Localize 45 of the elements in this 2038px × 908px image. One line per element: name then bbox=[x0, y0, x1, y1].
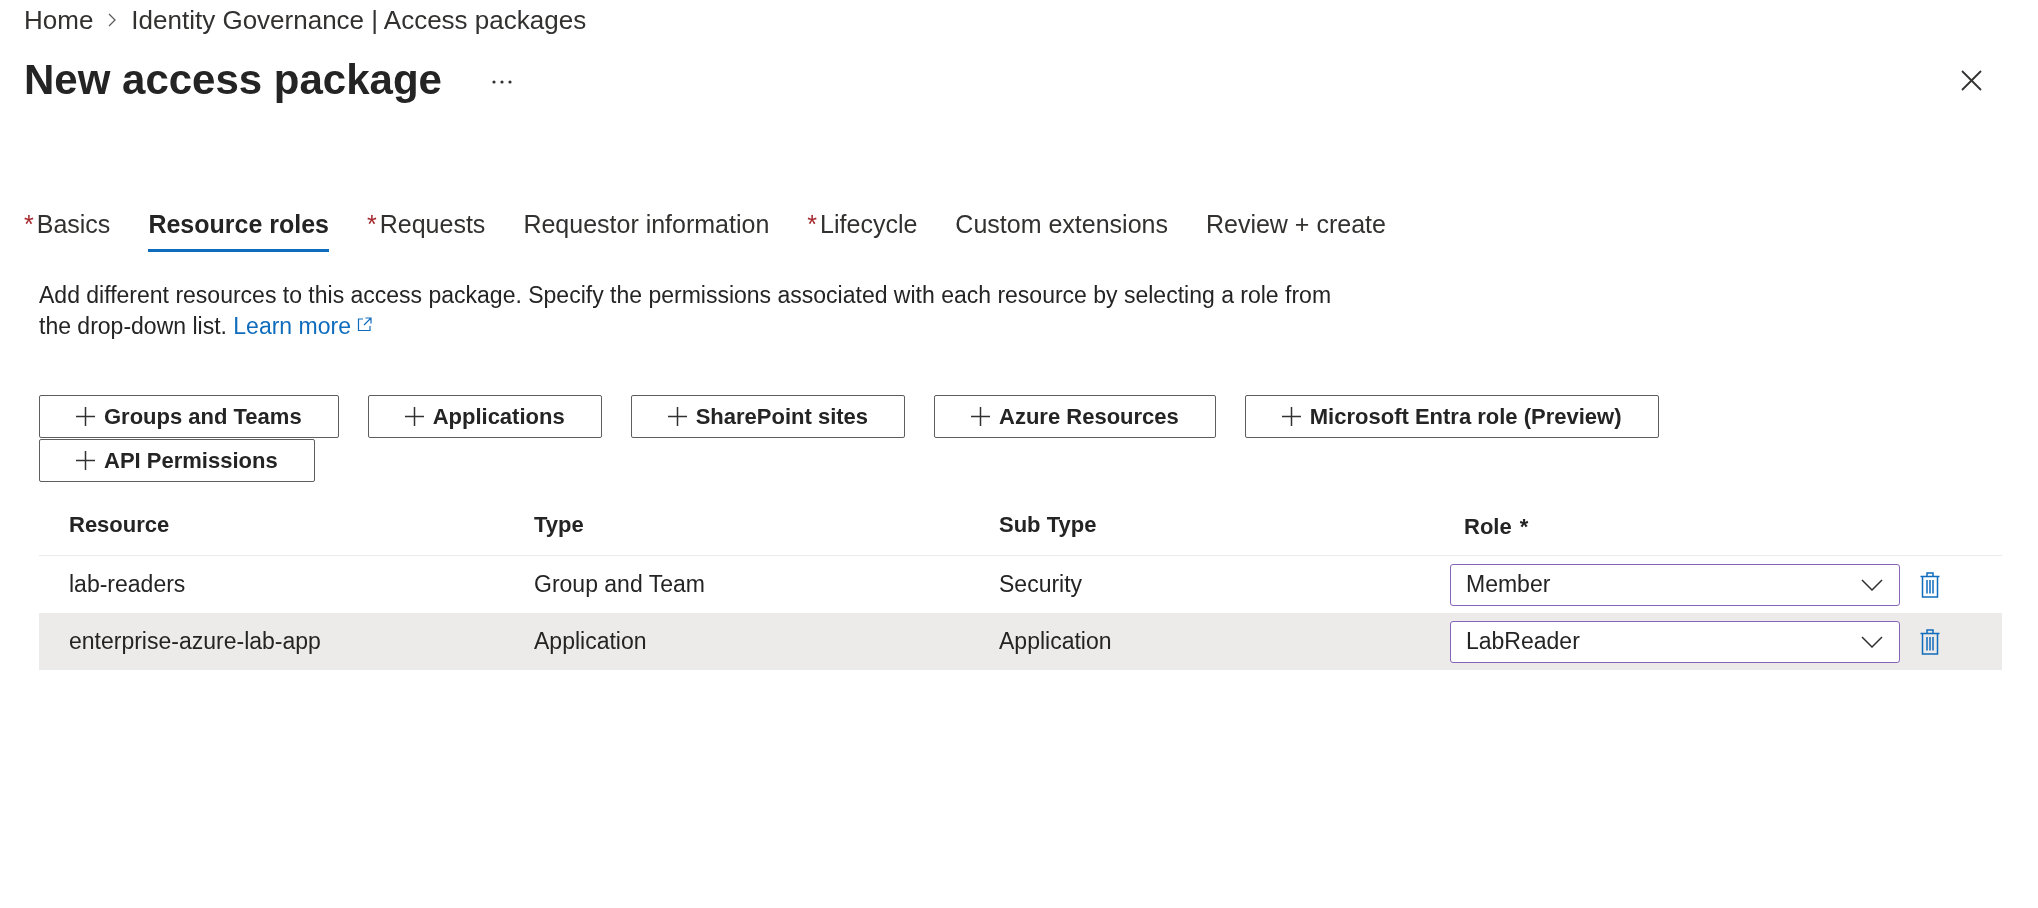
description-text: Add different resources to this access package. Specify the permissions associated with each resource by selecting a role from the drop-down list. Learn more bbox=[39, 281, 1333, 341]
table-cell: lab-readers bbox=[69, 571, 186, 598]
learn-more-link[interactable]: Learn more bbox=[233, 313, 372, 339]
external-link-icon bbox=[356, 317, 372, 332]
table-row[interactable]: enterprise-azure-lab-app Application Application LabReader bbox=[39, 613, 2002, 670]
table-cell: Application bbox=[534, 628, 647, 655]
plus-icon bbox=[76, 451, 95, 470]
chevron-down-icon bbox=[1861, 578, 1883, 591]
trash-icon[interactable] bbox=[1920, 571, 1940, 598]
tab[interactable]: *Requests bbox=[367, 208, 486, 252]
tab[interactable]: *Basics bbox=[24, 208, 111, 252]
plus-icon bbox=[971, 407, 991, 426]
role-dropdown[interactable]: Member bbox=[1450, 563, 1900, 606]
plus-icon bbox=[1281, 407, 1301, 426]
tab[interactable]: *Lifecycle bbox=[807, 208, 918, 252]
tab[interactable]: Resource roles bbox=[148, 208, 329, 252]
breadcrumb-link[interactable]: Home bbox=[24, 4, 94, 36]
add-resource-button[interactable]: Azure Resources bbox=[934, 395, 1216, 438]
table-cell: enterprise-azure-lab-app bbox=[69, 628, 321, 655]
tab[interactable]: Requestor information bbox=[523, 208, 770, 252]
plus-icon bbox=[76, 407, 95, 426]
column-header: Resource bbox=[69, 512, 170, 537]
add-resource-button[interactable]: Groups and Teams bbox=[39, 395, 339, 438]
chevron-down-icon bbox=[1861, 635, 1883, 648]
table-cell: Security bbox=[999, 571, 1083, 598]
more-icon[interactable] bbox=[491, 80, 512, 84]
role-dropdown[interactable]: LabReader bbox=[1450, 620, 1900, 663]
add-resource-button[interactable]: Applications bbox=[367, 395, 602, 438]
tab[interactable]: Review + create bbox=[1205, 208, 1386, 252]
column-header: Type bbox=[534, 512, 584, 537]
breadcrumb-link[interactable]: Identity Governance | Access packages bbox=[131, 4, 587, 36]
add-resource-button[interactable]: SharePoint sites bbox=[630, 395, 906, 438]
table-cell: Application bbox=[999, 628, 1112, 655]
tab[interactable]: Custom extensions bbox=[955, 208, 1168, 252]
plus-icon bbox=[667, 407, 687, 426]
chevron-right-icon bbox=[108, 13, 117, 27]
close-icon[interactable] bbox=[1961, 69, 1982, 91]
column-header: Role * bbox=[1464, 514, 1529, 539]
table-cell: Group and Team bbox=[534, 571, 705, 598]
add-resource-button[interactable]: API Permissions bbox=[39, 439, 315, 482]
column-header: Sub Type bbox=[999, 512, 1097, 537]
trash-icon[interactable] bbox=[1920, 628, 1940, 655]
page-title: New access package bbox=[24, 55, 442, 105]
plus-icon bbox=[404, 407, 424, 426]
add-resource-button[interactable]: Microsoft Entra role (Preview) bbox=[1244, 395, 1659, 438]
